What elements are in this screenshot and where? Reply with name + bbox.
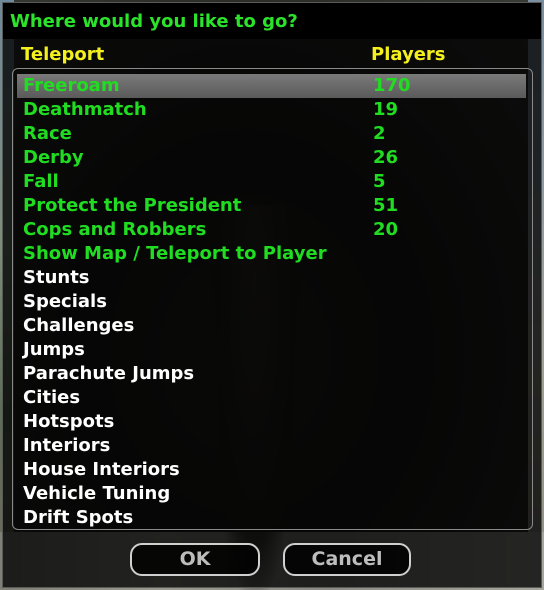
list-item[interactable]: Drift Spots — [17, 506, 526, 529]
list-item-players: 26 — [373, 147, 399, 168]
list-item-name: Deathmatch — [23, 99, 147, 120]
list-item-name: Cops and Robbers — [23, 219, 207, 240]
list-item-name: Hotspots — [23, 411, 115, 432]
ok-button[interactable]: OK — [130, 543, 260, 576]
list-item-name: Jumps — [23, 339, 85, 360]
dialog-title-bar: Where would you like to go? — [3, 3, 541, 39]
list-item[interactable]: Parachute Jumps — [17, 362, 526, 386]
list-item-name: Freeroam — [23, 75, 120, 96]
list-item[interactable]: Race 2 — [17, 122, 526, 146]
list-item-players: 51 — [373, 195, 399, 216]
list-item[interactable]: Cities — [17, 386, 526, 410]
dialog-title: Where would you like to go? — [10, 11, 298, 32]
column-header-teleport: Teleport — [21, 44, 105, 65]
list-item-name: Specials — [23, 291, 107, 312]
list-item-name: Drift Spots — [23, 507, 134, 528]
list-item-players: 170 — [373, 75, 411, 96]
list-item[interactable]: Deathmatch 19 — [17, 98, 526, 122]
list-item-name: Interiors — [23, 435, 111, 456]
list-item[interactable]: Freeroam 170 — [17, 74, 526, 98]
list-item[interactable]: Show Map / Teleport to Player — [17, 242, 526, 266]
teleport-list[interactable]: Freeroam 170 Deathmatch 19 Race 2 Derby 26 Fall 5… — [12, 68, 533, 530]
list-item-players: 2 — [373, 123, 386, 144]
list-item-name: Show Map / Teleport to Player — [23, 243, 327, 264]
list-item[interactable]: Specials — [17, 290, 526, 314]
column-header-players: Players — [371, 44, 446, 65]
list-item-players: 19 — [373, 99, 399, 120]
list-item-name: Challenges — [23, 315, 135, 336]
list-item[interactable]: Protect the President 51 — [17, 194, 526, 218]
list-item[interactable]: Jumps — [17, 338, 526, 362]
list-item-name: Derby — [23, 147, 84, 168]
list-item-players: 20 — [373, 219, 399, 240]
list-item-name: Race — [23, 123, 72, 144]
list-item[interactable]: Stunts — [17, 266, 526, 290]
list-item-name: Protect the President — [23, 195, 242, 216]
list-item-name: Fall — [23, 171, 59, 192]
list-item-players: 5 — [373, 171, 386, 192]
teleport-dialog: Where would you like to go? Teleport Pla… — [2, 2, 542, 588]
list-item-name: Stunts — [23, 267, 90, 288]
list-item-name: Vehicle Tuning — [23, 483, 171, 504]
list-item-name: House Interiors — [23, 459, 180, 480]
list-item[interactable]: Vehicle Tuning — [17, 482, 526, 506]
list-item[interactable]: Hotspots — [17, 410, 526, 434]
list-item-name: Parachute Jumps — [23, 363, 195, 384]
list-item[interactable]: Fall 5 — [17, 170, 526, 194]
list-item-name: Cities — [23, 387, 81, 408]
cancel-button[interactable]: Cancel — [283, 543, 411, 576]
list-item[interactable]: Derby 26 — [17, 146, 526, 170]
list-item[interactable]: House Interiors — [17, 458, 526, 482]
list-item[interactable]: Cops and Robbers 20 — [17, 218, 526, 242]
list-item[interactable]: Challenges — [17, 314, 526, 338]
list-item[interactable]: Interiors — [17, 434, 526, 458]
